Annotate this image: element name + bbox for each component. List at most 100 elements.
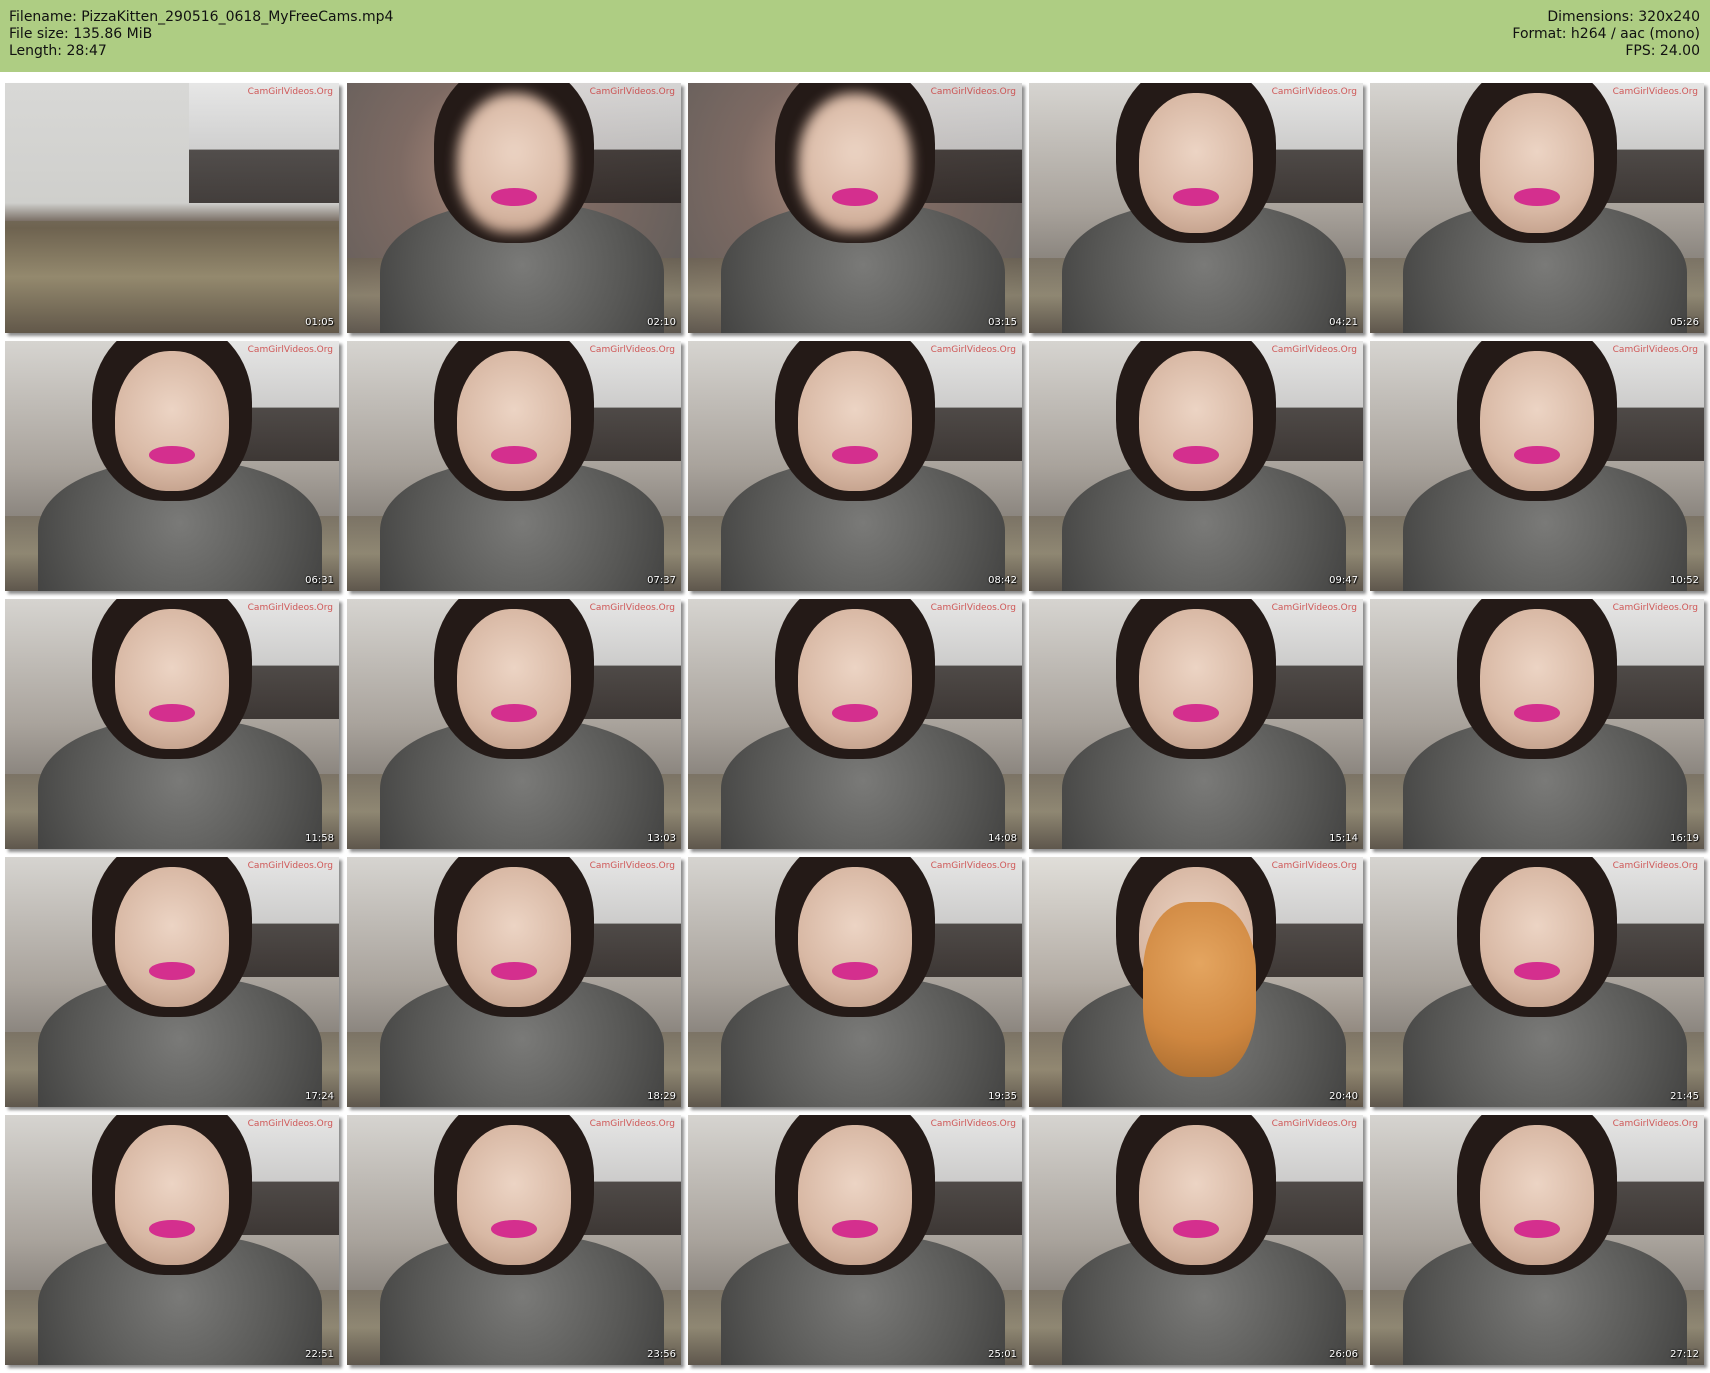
video-thumbnail[interactable]: CamGirlVideos.Org 10:52 [1370,341,1704,591]
fps-text: FPS: 24.00 [1625,43,1700,59]
timestamp-label: 09:47 [1329,575,1358,586]
thumbnail-floor [5,220,339,333]
thumbnail-grid: CamGirlVideos.Org 01:05 CamGirlVideos.Org 0… [0,72,1710,1373]
timestamp-label: 22:51 [305,1349,334,1360]
video-thumbnail[interactable]: CamGirlVideos.Org 22:51 [5,1115,339,1365]
timestamp-label: 02:10 [647,317,676,328]
thumbnail-lips [1513,704,1561,722]
timestamp-label: 05:26 [1670,317,1699,328]
thumbnail-lips [148,1220,196,1238]
thumbnail-lips [148,962,196,980]
video-thumbnail[interactable]: CamGirlVideos.Org 23:56 [347,1115,681,1365]
video-thumbnail[interactable]: CamGirlVideos.Org 14:08 [688,599,1022,849]
video-thumbnail[interactable]: CamGirlVideos.Org 19:35 [688,857,1022,1107]
thumbnail-face [457,93,571,233]
thumbnail-face [1480,1125,1594,1265]
video-thumbnail[interactable]: CamGirlVideos.Org 21:45 [1370,857,1704,1107]
thumbnail-lips [831,188,879,206]
watermark-text: CamGirlVideos.Org [1271,1119,1357,1129]
thumbnail-lips [1513,962,1561,980]
video-thumbnail[interactable]: CamGirlVideos.Org 27:12 [1370,1115,1704,1365]
video-thumbnail[interactable]: CamGirlVideos.Org 26:06 [1029,1115,1363,1365]
thumbnail-face [798,93,912,233]
dimensions-text: Dimensions: 320x240 [1547,9,1700,25]
video-thumbnail[interactable]: CamGirlVideos.Org 16:19 [1370,599,1704,849]
thumbnail-face [115,351,229,491]
timestamp-label: 21:45 [1670,1091,1699,1102]
watermark-text: CamGirlVideos.Org [1612,345,1698,355]
watermark-text: CamGirlVideos.Org [589,1119,675,1129]
watermark-text: CamGirlVideos.Org [247,603,333,613]
video-thumbnail[interactable]: CamGirlVideos.Org 06:31 [5,341,339,591]
watermark-text: CamGirlVideos.Org [589,861,675,871]
thumbnail-face [1139,93,1253,233]
length-text: Length: 28:47 [9,43,107,59]
thumbnail-face [1480,867,1594,1007]
video-thumbnail[interactable]: CamGirlVideos.Org 09:47 [1029,341,1363,591]
video-thumbnail[interactable]: CamGirlVideos.Org 15:14 [1029,599,1363,849]
thumbnail-lips [490,446,538,464]
thumbnail-lips [831,962,879,980]
timestamp-label: 06:31 [305,575,334,586]
thumbnail-face [1480,351,1594,491]
info-header: Filename: PizzaKitten_290516_0618_MyFree… [0,0,1710,72]
timestamp-label: 25:01 [988,1349,1017,1360]
watermark-text: CamGirlVideos.Org [1612,603,1698,613]
watermark-text: CamGirlVideos.Org [930,603,1016,613]
watermark-text: CamGirlVideos.Org [930,87,1016,97]
watermark-text: CamGirlVideos.Org [1271,861,1357,871]
timestamp-label: 26:06 [1329,1349,1358,1360]
thumbnail-face [457,867,571,1007]
thumbnail-lips [831,446,879,464]
timestamp-label: 20:40 [1329,1091,1358,1102]
timestamp-label: 18:29 [647,1091,676,1102]
timestamp-label: 19:35 [988,1091,1017,1102]
watermark-text: CamGirlVideos.Org [1612,861,1698,871]
thumbnail-lips [1513,1220,1561,1238]
video-thumbnail[interactable]: CamGirlVideos.Org 13:03 [347,599,681,849]
timestamp-label: 23:56 [647,1349,676,1360]
timestamp-label: 03:15 [988,317,1017,328]
video-thumbnail[interactable]: CamGirlVideos.Org 03:15 [688,83,1022,333]
thumbnail-face [1480,93,1594,233]
watermark-text: CamGirlVideos.Org [589,345,675,355]
thumbnail-lips [1513,188,1561,206]
video-thumbnail[interactable]: CamGirlVideos.Org 01:05 [5,83,339,333]
thumbnail-face [798,867,912,1007]
thumbnail-lips [831,1220,879,1238]
thumbnail-lips [831,704,879,722]
timestamp-label: 13:03 [647,833,676,844]
timestamp-label: 01:05 [305,317,334,328]
filesize-text: File size: 135.86 MiB [9,26,153,42]
media-info: Dimensions: 320x240 Format: h264 / aac (… [1512,9,1700,60]
watermark-text: CamGirlVideos.Org [247,861,333,871]
video-thumbnail[interactable]: CamGirlVideos.Org 05:26 [1370,83,1704,333]
thumbnail-face [115,867,229,1007]
video-thumbnail[interactable]: CamGirlVideos.Org 02:10 [347,83,681,333]
video-thumbnail[interactable]: CamGirlVideos.Org 18:29 [347,857,681,1107]
thumbnail-lips [148,704,196,722]
watermark-text: CamGirlVideos.Org [930,861,1016,871]
video-thumbnail[interactable]: CamGirlVideos.Org 07:37 [347,341,681,591]
video-thumbnail[interactable]: CamGirlVideos.Org 11:58 [5,599,339,849]
video-thumbnail[interactable]: CamGirlVideos.Org 04:21 [1029,83,1363,333]
thumbnail-lips [490,1220,538,1238]
thumbnail-room [188,83,339,203]
thumbnail-face [457,1125,571,1265]
video-thumbnail[interactable]: CamGirlVideos.Org 25:01 [688,1115,1022,1365]
thumbnail-cat [1142,902,1257,1077]
thumbnail-face [798,1125,912,1265]
thumbnail-face [115,1125,229,1265]
video-thumbnail[interactable]: CamGirlVideos.Org 20:40 [1029,857,1363,1107]
watermark-text: CamGirlVideos.Org [1271,87,1357,97]
video-thumbnail[interactable]: CamGirlVideos.Org 17:24 [5,857,339,1107]
thumbnail-lips [490,704,538,722]
thumbnail-face [1480,609,1594,749]
thumbnail-lips [1172,188,1220,206]
filename-text: Filename: PizzaKitten_290516_0618_MyFree… [9,9,394,25]
thumbnail-lips [490,962,538,980]
video-thumbnail[interactable]: CamGirlVideos.Org 08:42 [688,341,1022,591]
thumbnail-face [798,609,912,749]
watermark-text: CamGirlVideos.Org [247,1119,333,1129]
thumbnail-lips [148,446,196,464]
